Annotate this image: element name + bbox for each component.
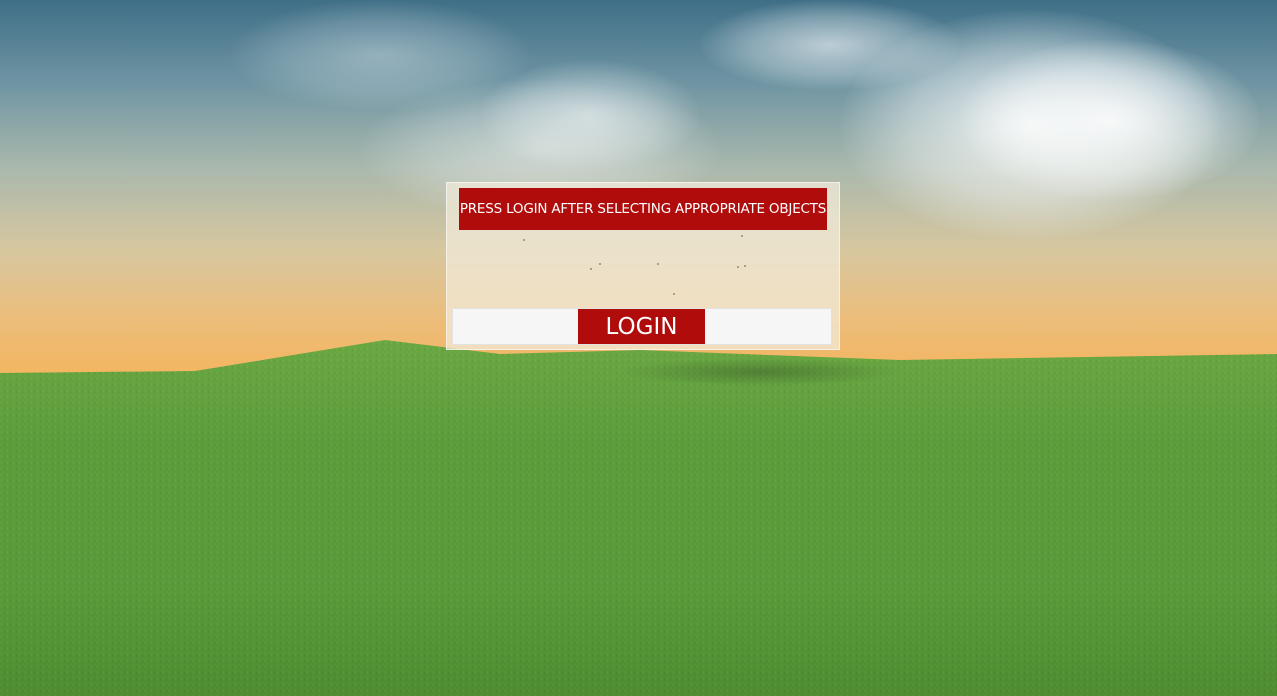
login-button[interactable]: LOGIN [578,309,705,344]
grass-ground [0,340,1277,696]
dust-speck [590,268,592,270]
dust-speck [673,293,675,295]
cloud [700,0,960,90]
dust-speck [737,266,739,268]
cloud [960,40,1260,200]
dust-speck [599,263,601,265]
cloud [230,0,530,110]
instruction-banner: PRESS LOGIN AFTER SELECTING APPROPRIATE … [459,188,827,230]
dust-speck [523,239,525,241]
login-bar: LOGIN [452,308,832,345]
dust-speck [744,265,746,267]
login-panel: PRESS LOGIN AFTER SELECTING APPROPRIATE … [446,182,840,350]
dust-speck [741,235,743,237]
game-scene: PRESS LOGIN AFTER SELECTING APPROPRIATE … [0,0,1277,696]
dust-speck [657,263,659,265]
